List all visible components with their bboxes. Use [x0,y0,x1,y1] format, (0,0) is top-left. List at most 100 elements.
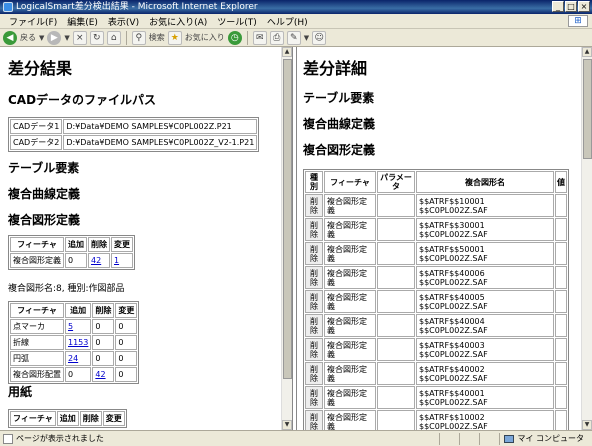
favorites-button-label[interactable]: お気に入り [185,32,225,43]
minimize-button[interactable]: _ [552,1,564,12]
kind-cell: 削除 [305,386,323,409]
kind-cell: 削除 [305,266,323,289]
table-row: 削除 複合図形定義 $$ATRF$$10002 $$C0PL002Z.SAF [305,410,567,430]
menu-tools[interactable]: ツール(T) [212,15,262,28]
home-icon[interactable]: ⌂ [106,30,121,45]
scroll-thumb[interactable] [283,59,292,379]
deleted-cell[interactable]: 42 [92,367,115,382]
left-frame[interactable]: 差分結果 CADデータのファイルパス CADデータ1 D:¥Data¥DEMO … [0,47,293,430]
feature-cell: 複合図形定義 [324,290,376,313]
shape-name-cell: $$ATRF$$40005 $$C0PL002Z.SAF [416,290,554,313]
cad-path: D:¥Data¥DEMO SAMPLES¥C0PL002Z_V2-1.P21 [63,135,258,150]
search-button-label[interactable]: 検索 [149,32,165,43]
added-cell[interactable]: 24 [65,351,92,366]
table-row: 削除 複合図形定義 $$ATRF$$30001 $$C0PL002Z.SAF [305,218,567,241]
changed-count-link[interactable]: 1 [114,256,119,265]
feature-cell: 複合図形定義 [324,314,376,337]
mail-icon[interactable]: ✉ [252,30,267,45]
refresh-icon[interactable]: ↻ [89,30,104,45]
feature-cell: 複合図形定義 [324,410,376,430]
back-arrow-icon[interactable]: ◀ [3,30,17,45]
column-header: 変更 [111,237,133,252]
value-cell [555,362,567,385]
changed-cell[interactable]: 1 [111,253,133,268]
ie-app-icon [3,2,13,12]
column-header: フィーチャ [10,237,64,252]
menu-view[interactable]: 表示(V) [103,15,144,28]
paper-heading: 用紙 [8,385,33,399]
right-frame[interactable]: 差分詳細 テーブル要素 複合曲線定義 複合図形定義 種別 フィーチャ パラメータ… [296,47,592,430]
history-icon[interactable]: ◷ [227,30,242,45]
parameter-cell [377,218,415,241]
changed-cell: 0 [115,367,138,382]
scroll-down-arrow-icon[interactable]: ▼ [582,420,592,430]
column-header: フィーチャ [324,171,376,193]
changed-cell: 0 [115,335,138,350]
window-controls: _ □ × [552,1,590,12]
shape-name-line1: $$ATRF$$40005 [419,292,485,302]
messenger-icon[interactable]: ☺ [312,30,327,45]
scroll-thumb[interactable] [583,59,592,159]
maximize-button[interactable]: □ [565,1,577,12]
cad-filepath-heading: CADデータのファイルパス [8,93,157,107]
scroll-up-arrow-icon[interactable]: ▲ [582,47,592,57]
favorites-star-icon[interactable]: ★ [167,30,182,45]
back-button-label[interactable]: 戻る [20,32,36,43]
added-cell[interactable]: 1153 [65,335,92,350]
scroll-up-arrow-icon[interactable]: ▲ [282,47,292,57]
toolbar-separator [125,30,127,45]
value-cell [555,242,567,265]
value-cell [555,410,567,430]
table-row: 削除 複合図形定義 $$ATRF$$40002 $$C0PL002Z.SAF [305,362,567,385]
added-count-link[interactable]: 1153 [68,338,88,347]
left-vertical-scrollbar[interactable]: ▲ ▼ [281,47,292,430]
back-dropdown-icon[interactable]: ▼ [39,34,44,42]
table-header-row: フィーチャ 追加 削除 変更 [10,237,133,252]
shape-name-line2: $$C0PL002Z.SAF [419,229,488,239]
parameter-cell [377,410,415,430]
added-count-link[interactable]: 24 [68,354,78,363]
menu-file[interactable]: ファイル(F) [4,15,62,28]
scroll-down-arrow-icon[interactable]: ▼ [282,420,292,430]
menu-help[interactable]: ヘルプ(H) [262,15,313,28]
table-row: 点マーカ 5 0 0 [10,319,138,334]
right-vertical-scrollbar[interactable]: ▲ ▼ [581,47,592,430]
menu-edit[interactable]: 編集(E) [62,15,103,28]
search-icon[interactable]: ⚲ [131,30,146,45]
close-button[interactable]: × [578,1,590,12]
shape-name-line2: $$C0PL002Z.SAF [419,421,488,431]
table-row: 複合図形定義 0 42 1 [10,253,133,268]
feature-cell: 折線 [10,335,64,350]
shape-name-line1: $$ATRF$$40003 [419,340,485,350]
shape-name-line2: $$C0PL002Z.SAF [419,373,488,383]
deleted-cell[interactable]: 42 [88,253,110,268]
stop-icon[interactable]: × [72,30,87,45]
kind-cell: 削除 [305,314,323,337]
cad-path: D:¥Data¥DEMO SAMPLES¥C0PL002Z.P21 [63,119,258,134]
status-segment [459,432,479,445]
column-header: フィーチャ [10,303,64,318]
edit-dropdown-icon[interactable]: ▼ [304,34,309,42]
print-icon[interactable]: ⎙ [269,30,284,45]
toolbar-separator [246,30,248,45]
feature-cell: 複合図形定義 [324,194,376,217]
deleted-count-link[interactable]: 42 [95,370,105,379]
feature-diff-table: フィーチャ 追加 削除 変更 点マーカ 5 0 0 折線 1153 0 0 円弧… [8,301,140,384]
added-count-link[interactable]: 5 [68,322,73,331]
status-segment [439,432,459,445]
table-row: 折線 1153 0 0 [10,335,138,350]
deleted-count-link[interactable]: 42 [91,256,101,265]
shape-name-line2: $$C0PL002Z.SAF [419,349,488,359]
detail-compound-curve-heading: 複合曲線定義 [303,117,376,131]
kind-cell: 削除 [305,290,323,313]
windows-logo-icon: ⊞ [568,15,588,27]
forward-arrow-icon[interactable]: ▶ [47,30,62,45]
edit-icon[interactable]: ✎ [286,30,301,45]
shape-name-line2: $$C0PL002Z.SAF [419,277,488,287]
forward-dropdown-icon[interactable]: ▼ [64,34,69,42]
table-row: CADデータ1 D:¥Data¥DEMO SAMPLES¥C0PL002Z.P2… [10,119,258,134]
added-cell[interactable]: 5 [65,319,92,334]
shape-name-line1: $$ATRF$$40002 [419,364,485,374]
feature-cell: 複合図形定義 [324,218,376,241]
menu-favorites[interactable]: お気に入り(A) [144,15,212,28]
